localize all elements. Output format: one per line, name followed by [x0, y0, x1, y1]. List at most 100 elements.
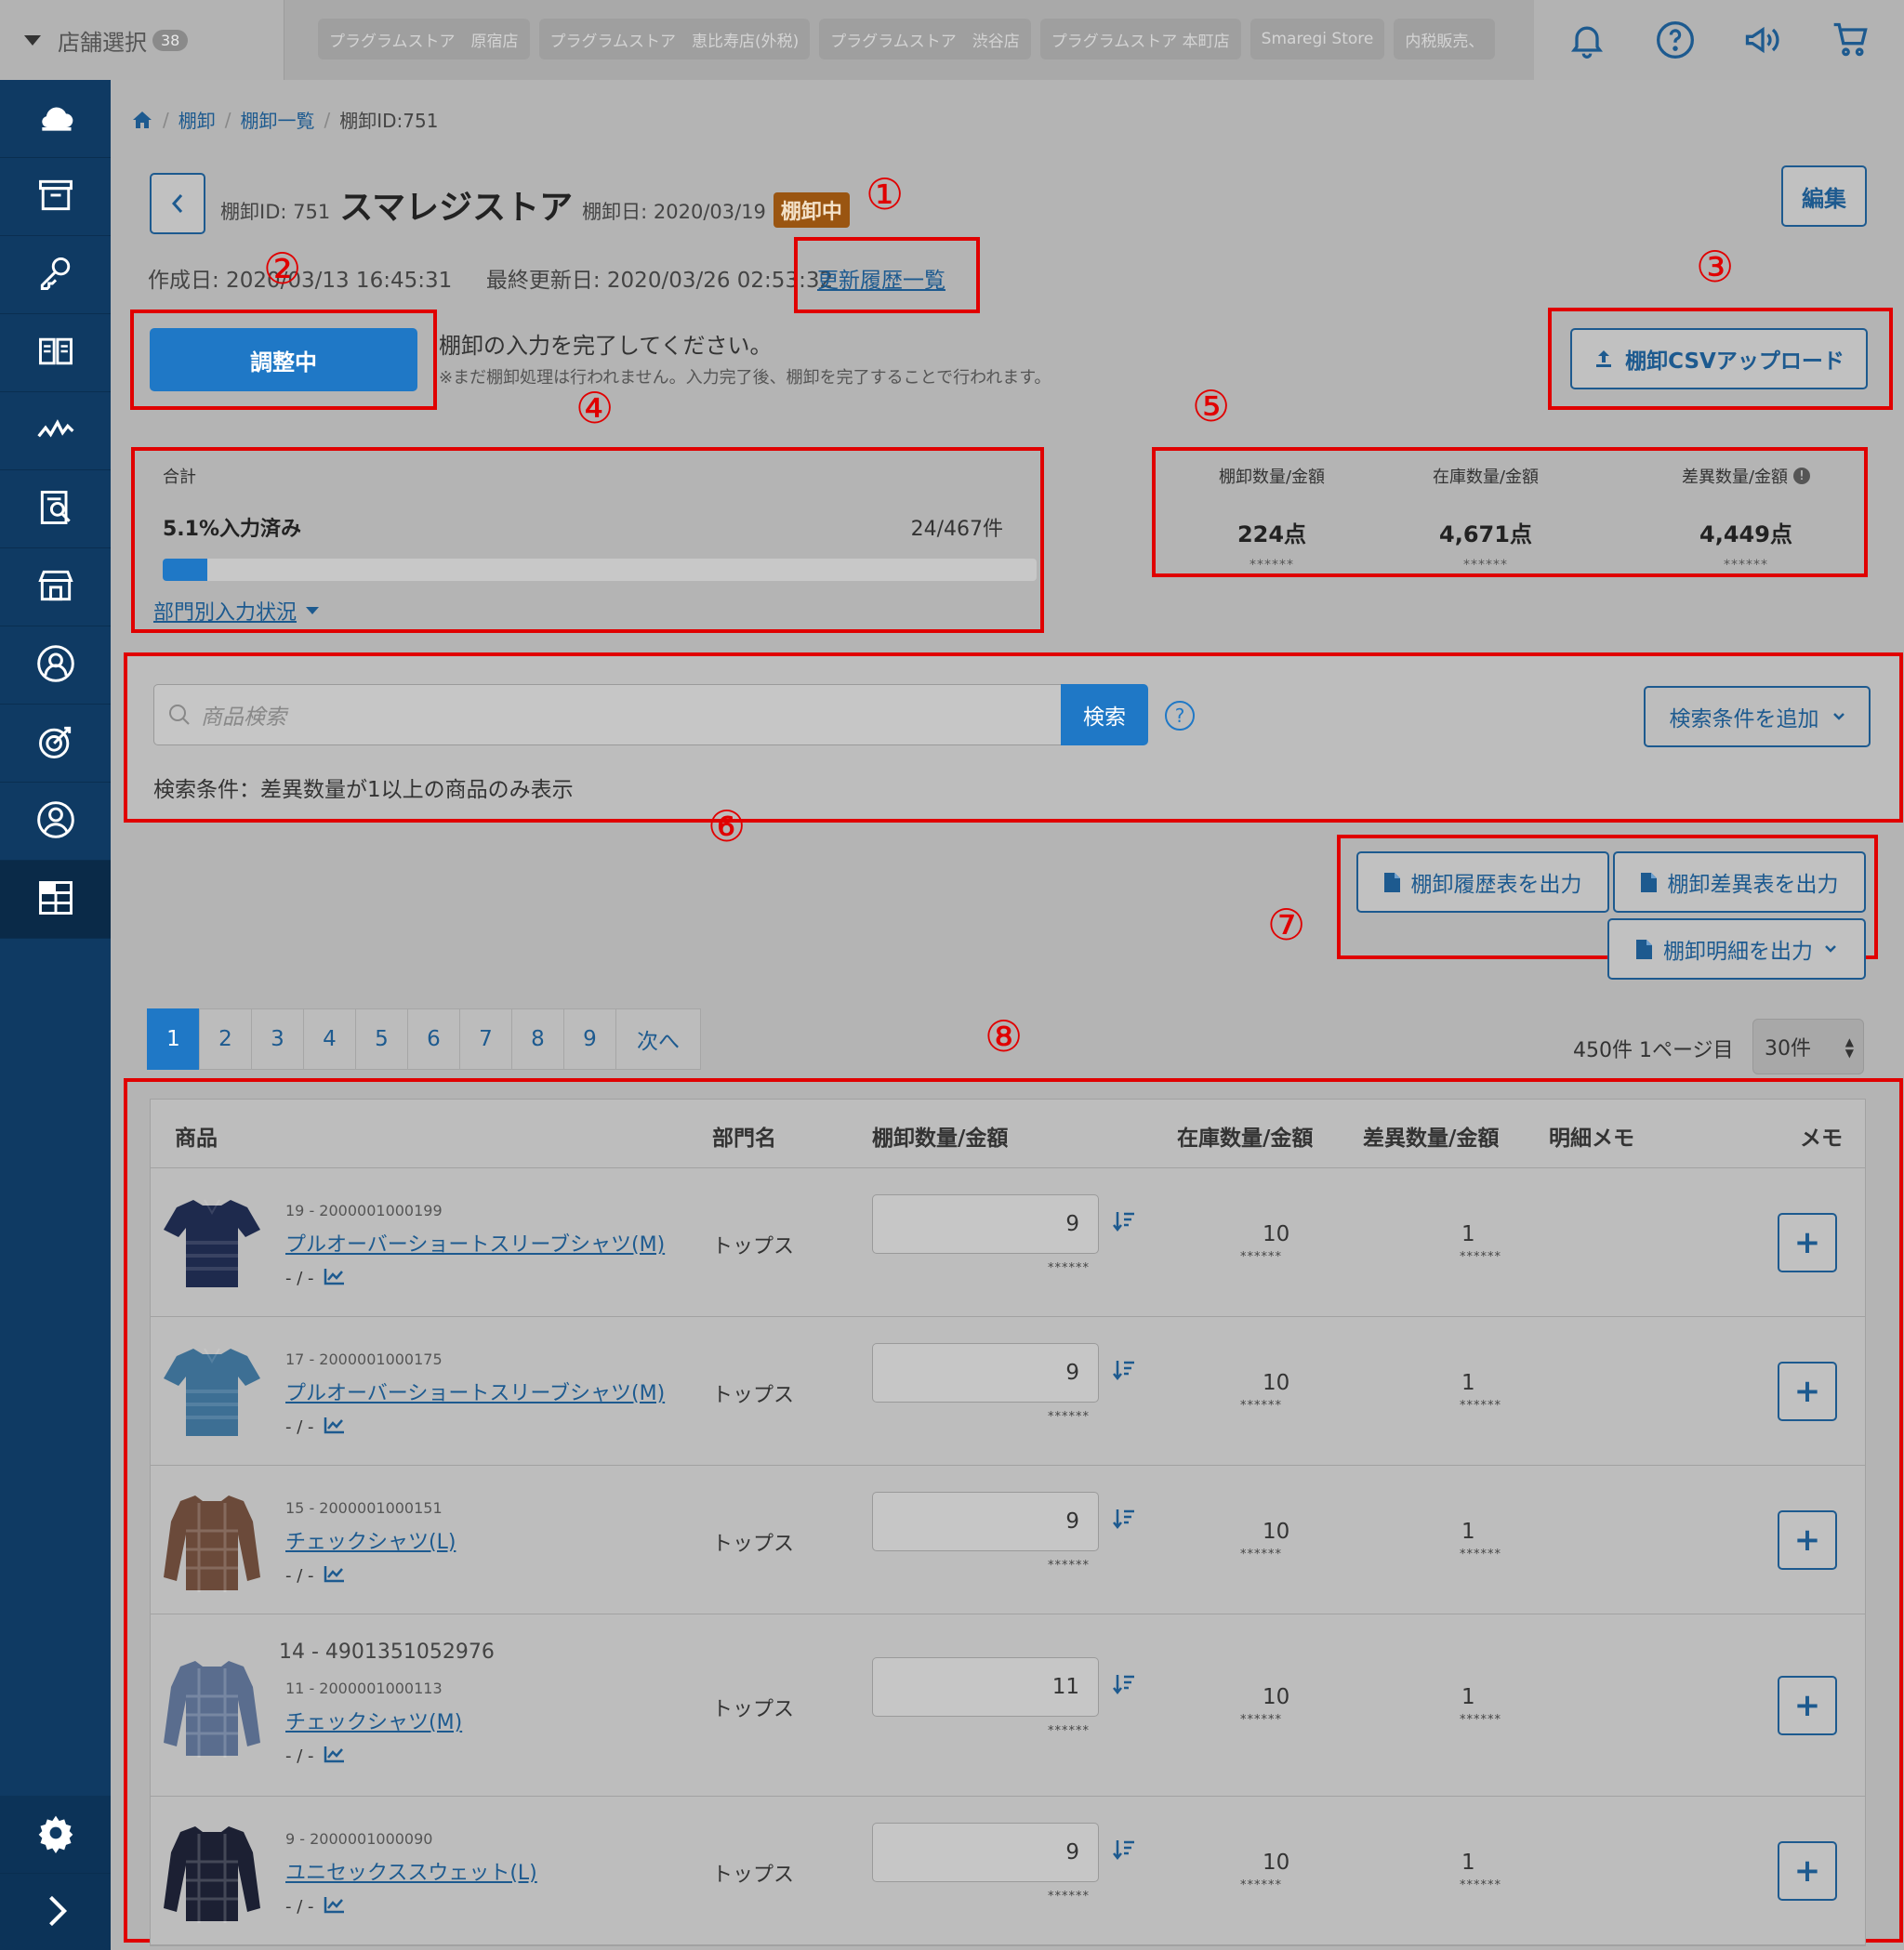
per-page-select[interactable]: 30件 ▲ ▼ — [1752, 1019, 1864, 1074]
output-detail-button[interactable]: 棚卸明細を出力 — [1607, 918, 1866, 980]
product-meta-text: - / - — [285, 1746, 314, 1766]
breadcrumb-item-tanaoroshi[interactable]: 棚卸 — [178, 106, 216, 133]
caret-down-icon — [306, 607, 320, 614]
stock-amount: ****** — [1240, 1713, 1282, 1727]
sidebar-item-target[interactable] — [0, 705, 111, 783]
trend-chart-icon[interactable] — [324, 1745, 346, 1768]
breadcrumb-current: 棚卸ID:751 — [339, 110, 439, 132]
sidebar-item-book[interactable] — [0, 314, 111, 392]
trend-chart-icon[interactable] — [324, 1564, 346, 1588]
store-tab[interactable]: プラグラムストア 渋谷店 — [819, 19, 1031, 59]
page-button-1[interactable]: 1 — [147, 1008, 200, 1070]
trend-chart-icon[interactable] — [324, 1895, 346, 1918]
search-input[interactable]: 商品検索 — [153, 684, 1062, 745]
trend-chart-icon[interactable] — [324, 1267, 346, 1290]
page-button-4[interactable]: 4 — [303, 1008, 356, 1070]
inventory-qty-input[interactable]: 9 — [872, 1194, 1099, 1254]
sidebar-item-chart[interactable] — [0, 392, 111, 470]
store-tab[interactable]: 内税販売、 — [1394, 19, 1496, 59]
product-name-link[interactable]: プルオーバーショートスリーブシャツ(M) — [285, 1377, 665, 1406]
back-button[interactable] — [150, 173, 205, 234]
sort-desc-icon[interactable] — [1112, 1507, 1136, 1535]
add-search-condition-button[interactable]: 検索条件を追加 — [1644, 686, 1871, 747]
trend-chart-icon[interactable] — [324, 1416, 346, 1439]
sidebar-item-archive[interactable] — [0, 158, 111, 236]
search-help-icon[interactable]: ? — [1165, 701, 1195, 731]
quantity-col: 棚卸数量/金額 224点 ****** — [1156, 451, 1388, 573]
cloud-icon — [35, 97, 76, 141]
sidebar-item-user[interactable] — [0, 783, 111, 861]
add-memo-button[interactable]: + — [1778, 1362, 1837, 1421]
store-tab[interactable]: Smaregi Store — [1250, 19, 1385, 59]
home-icon[interactable] — [131, 110, 153, 130]
table-row: 15 - 2000001000151 チェックシャツ(L) - / - トップス 9 **… — [151, 1466, 1865, 1614]
product-name-link[interactable]: チェックシャツ(M) — [285, 1706, 462, 1735]
annotation-box-1 — [794, 237, 980, 313]
store-tab[interactable]: プラグラムストア 恵比寿店(外税) — [538, 19, 811, 59]
add-memo-button[interactable]: + — [1778, 1510, 1837, 1570]
search-button[interactable]: 検索 — [1061, 684, 1148, 745]
search-panel: 商品検索 検索 ? 検索条件を追加 検索条件：差異数量が1以上の商品のみ表示 — [124, 652, 1903, 823]
csv-upload-button[interactable]: 棚卸CSVアップロード — [1570, 328, 1868, 389]
input-progress-fill — [163, 559, 207, 581]
sort-desc-icon[interactable] — [1112, 1209, 1136, 1237]
inventory-qty-input[interactable]: 9 — [872, 1492, 1099, 1551]
sidebar-item-report[interactable] — [0, 470, 111, 548]
inventory-qty-input[interactable]: 11 — [872, 1657, 1099, 1717]
table-row: 17 - 2000001000175 プルオーバーショートスリーブシャツ(M) - … — [151, 1317, 1865, 1466]
sidebar-item-customer[interactable] — [0, 626, 111, 705]
sidebar-item-expand[interactable] — [0, 1874, 111, 1950]
bell-icon[interactable] — [1567, 20, 1607, 60]
sidebar-item-key[interactable] — [0, 236, 111, 314]
quantity-col-header: 棚卸数量/金額 — [1156, 464, 1388, 488]
megaphone-icon[interactable] — [1742, 20, 1783, 60]
product-code: 9 - 2000001000090 — [285, 1830, 433, 1848]
dept-input-status-link[interactable]: 部門別入力状況 — [153, 596, 320, 626]
page-button-8[interactable]: 8 — [511, 1008, 564, 1070]
breadcrumb-separator: / — [324, 108, 331, 131]
help-icon[interactable] — [1655, 20, 1696, 60]
page-button-9[interactable]: 9 — [563, 1008, 616, 1070]
sidebar-item-cloud[interactable] — [0, 80, 111, 158]
page-next-button[interactable]: 次へ — [615, 1008, 701, 1070]
sort-desc-icon[interactable] — [1112, 1672, 1136, 1700]
quantity-col-sub: ****** — [1724, 558, 1768, 573]
inventory-qty-input[interactable]: 9 — [872, 1343, 1099, 1403]
csv-upload-label: 棚卸CSVアップロード — [1625, 349, 1844, 374]
input-progress-bar — [163, 559, 1037, 581]
page-button-2[interactable]: 2 — [199, 1008, 252, 1070]
page-button-6[interactable]: 6 — [407, 1008, 460, 1070]
product-name-link[interactable]: プルオーバーショートスリーブシャツ(M) — [285, 1228, 665, 1258]
page-button-3[interactable]: 3 — [251, 1008, 304, 1070]
inventory-id: 棚卸ID: 751 — [220, 201, 331, 223]
output-diff-button[interactable]: 棚卸差異表を出力 — [1613, 851, 1866, 913]
product-name-link[interactable]: ユニセックススウェット(L) — [285, 1856, 537, 1886]
page-button-5[interactable]: 5 — [355, 1008, 408, 1070]
add-memo-button[interactable]: + — [1778, 1213, 1837, 1272]
add-memo-button[interactable]: + — [1778, 1676, 1837, 1735]
breadcrumb-item-list[interactable]: 棚卸一覧 — [241, 106, 315, 133]
sidebar-item-settings[interactable] — [0, 1796, 111, 1874]
sidebar-item-store[interactable] — [0, 548, 111, 626]
info-icon[interactable]: ! — [1793, 468, 1811, 484]
document-icon — [1640, 872, 1657, 892]
inventory-qty-input[interactable]: 9 — [872, 1823, 1099, 1882]
store-tab[interactable]: プラグラムストア 原宿店 — [318, 19, 530, 59]
diff-qty: 1 — [1461, 1685, 1475, 1709]
adjusting-button[interactable]: 調整中 — [150, 328, 417, 391]
store-tab[interactable]: プラグラムストア 本町店 — [1039, 19, 1241, 59]
main-content: / 棚卸 / 棚卸一覧 / 棚卸ID:751 棚卸ID: 751 スマレジストア… — [111, 80, 1904, 1950]
store-select[interactable]: 店舗選択 38 — [0, 0, 284, 80]
annotation-marker-4: ④ — [575, 383, 615, 433]
sidebar-item-inventory[interactable] — [0, 861, 111, 939]
add-memo-button[interactable]: + — [1778, 1841, 1837, 1901]
edit-button[interactable]: 編集 — [1781, 165, 1867, 227]
page-button-7[interactable]: 7 — [459, 1008, 512, 1070]
diff-qty: 1 — [1461, 1371, 1475, 1395]
sort-desc-icon[interactable] — [1112, 1358, 1136, 1386]
sort-desc-icon[interactable] — [1112, 1838, 1136, 1865]
product-name-link[interactable]: チェックシャツ(L) — [285, 1525, 456, 1555]
cart-icon[interactable] — [1831, 20, 1871, 60]
inventory-amount: ****** — [1048, 1559, 1090, 1573]
output-history-button[interactable]: 棚卸履歴表を出力 — [1356, 851, 1609, 913]
